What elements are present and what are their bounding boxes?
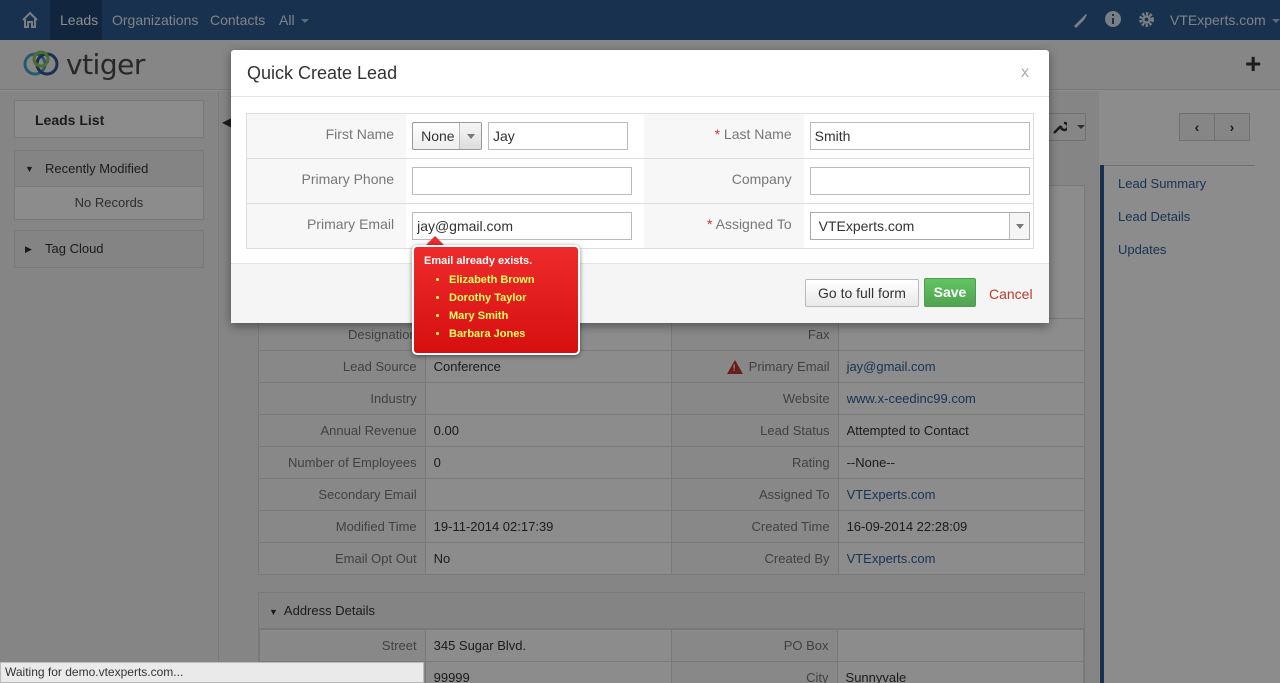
close-icon[interactable]: x [1021,64,1029,82]
duplicate-name-item[interactable]: Dorothy Taylor [449,289,568,307]
salutation-select[interactable]: None [412,122,483,150]
modal-title: Quick Create Lead [247,63,398,83]
required-marker: * [714,126,721,142]
assigned-to-label: Assigned To [715,216,792,232]
company-cell [803,158,1034,204]
last-name-cell [803,113,1034,159]
first-name-label: First Name [246,113,407,159]
form-row: Primary Email * Assigned To VTExperts.co… [246,203,1034,249]
assigned-to-value: VTExperts.com [818,218,915,234]
quick-create-form: First Name None * Last Name Primary Phon… [246,113,1034,249]
salutation-value: None [421,128,455,144]
primary-phone-cell [406,158,636,204]
cancel-link[interactable]: Cancel [989,286,1033,302]
primary-email-input[interactable] [412,212,633,240]
last-name-label-cell: * Last Name [643,113,804,159]
primary-phone-label: Primary Phone [246,158,407,204]
primary-phone-input[interactable] [412,167,633,195]
form-gap [635,113,644,159]
modal-header: Quick Create Lead x [231,50,1049,97]
duplicate-name-item[interactable]: Mary Smith [449,307,568,325]
company-input[interactable] [809,167,1030,195]
assigned-to-select[interactable]: VTExperts.com [809,212,1030,240]
duplicate-name-item[interactable]: Barbara Jones [449,325,568,343]
assigned-to-label-cell: * Assigned To [643,203,804,249]
first-name-cell: None [406,113,636,159]
chevron-down-icon [459,123,482,149]
assigned-to-cell: VTExperts.com [803,203,1034,249]
duplicate-names-list: Elizabeth Brown Dorothy Taylor Mary Smit… [424,271,568,343]
quick-create-lead-modal: Quick Create Lead x First Name None * La… [231,50,1049,323]
form-row: Primary Phone Company [246,158,1034,204]
last-name-label: Last Name [723,126,792,142]
form-gap [635,158,644,204]
required-marker: * [707,216,713,232]
first-name-input[interactable] [487,122,628,150]
browser-status-bar: Waiting for demo.vtexperts.com... [0,662,424,683]
duplicate-name-item[interactable]: Elizabeth Brown [449,271,568,289]
last-name-input[interactable] [809,122,1030,150]
go-to-full-form-button[interactable]: Go to full form [805,279,919,307]
form-row: First Name None * Last Name [246,113,1034,159]
modal-footer: Go to full form Save Cancel [231,263,1049,323]
error-title: Email already exists. [424,255,533,267]
chevron-down-icon [1008,213,1029,239]
save-button[interactable]: Save [924,278,976,307]
email-exists-error-popup: Email already exists. Elizabeth Brown Do… [412,245,580,355]
primary-email-label: Primary Email [246,203,407,249]
company-label: Company [643,158,804,204]
form-gap [635,203,644,249]
